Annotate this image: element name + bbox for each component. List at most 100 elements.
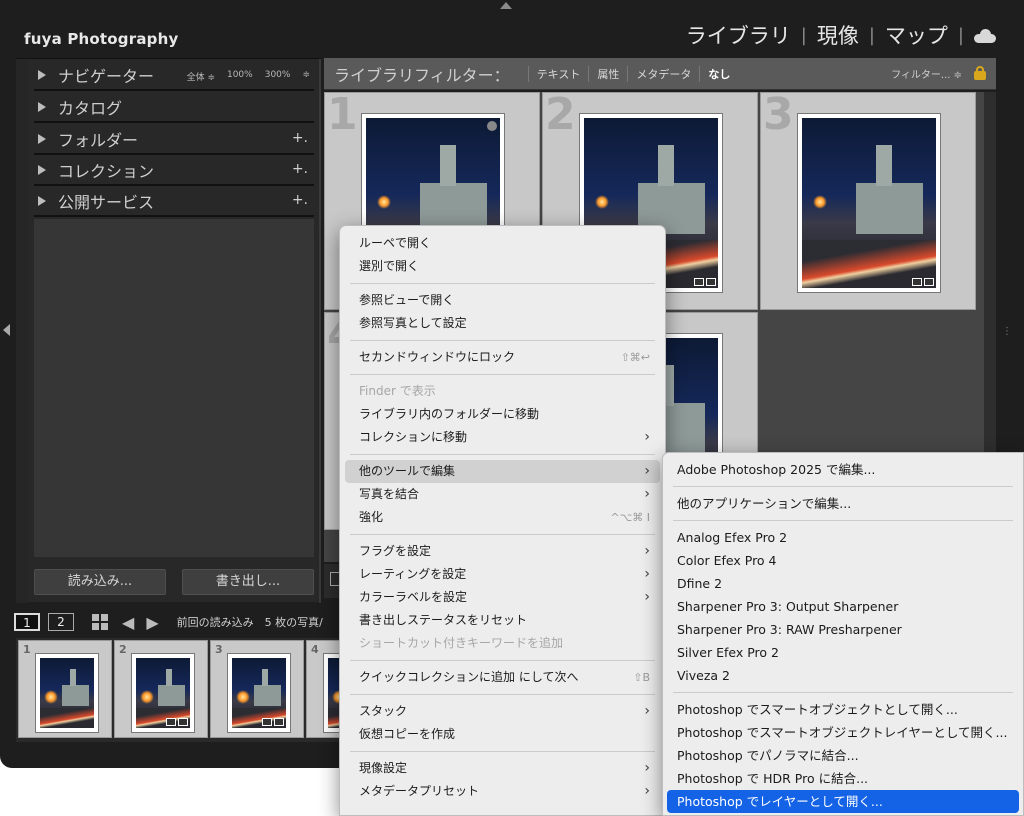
photo-thumbnail[interactable] xyxy=(797,113,941,293)
menu-item-label: ルーペで開く xyxy=(359,236,432,250)
menu-separator xyxy=(350,534,655,535)
submenu-item[interactable]: Photoshop でパノラマに結合... xyxy=(667,744,1019,767)
zoom-fit[interactable]: 全体 ≑ xyxy=(187,70,215,83)
import-button[interactable]: 読み込み... xyxy=(34,569,166,595)
menu-item-label: 書き出しステータスをリセット xyxy=(359,613,528,627)
filmstrip-thumbnail[interactable] xyxy=(131,653,195,733)
grid-view-icon[interactable] xyxy=(92,614,108,630)
folders-section[interactable]: フォルダー +. xyxy=(34,125,314,155)
menu-item-label: フラグを設定 xyxy=(359,544,432,558)
lock-icon[interactable] xyxy=(974,66,986,80)
filter-none[interactable]: なし xyxy=(699,65,738,82)
submenu-item[interactable]: Sharpener Pro 3: RAW Presharpener xyxy=(667,618,1019,641)
cloud-icon[interactable] xyxy=(974,28,996,43)
context-menu-item[interactable]: 選別で開く xyxy=(345,255,660,278)
menu-item-label: 参照ビューで開く xyxy=(359,293,455,307)
context-menu-item[interactable]: クイックコレクションに追加 にして次へ ⇧B xyxy=(345,666,660,689)
module-library[interactable]: ライブラリ xyxy=(676,20,801,50)
back-arrow-icon[interactable]: ◀ xyxy=(122,613,134,632)
zoom-300[interactable]: 300% xyxy=(265,70,291,83)
main-window-button[interactable]: 1 xyxy=(14,613,40,631)
submenu-item[interactable]: Silver Efex Pro 2 xyxy=(667,641,1019,664)
context-menu-item[interactable]: レーティングを設定 › xyxy=(345,563,660,586)
module-develop[interactable]: 現像 xyxy=(807,20,869,50)
publish-services-label: 公開サービス xyxy=(58,193,155,212)
menu-item-label: レーティングを設定 xyxy=(359,567,467,581)
navigator-section[interactable]: ナビゲーター 全体 ≑ 100% 300% ≑ xyxy=(34,61,314,91)
context-menu-item[interactable]: 書き出しステータスをリセット xyxy=(345,609,660,632)
second-window-button[interactable]: 2 xyxy=(48,613,74,631)
context-menu-item[interactable]: 現像設定 › xyxy=(345,757,660,780)
module-map[interactable]: マップ xyxy=(875,20,958,50)
submenu-item[interactable]: Dfine 2 xyxy=(667,572,1019,595)
folders-label: フォルダー xyxy=(58,131,139,150)
filmstrip-cell[interactable]: 1 xyxy=(18,640,112,738)
submenu-item[interactable]: Photoshop でスマートオブジェクトレイヤーとして開く... xyxy=(667,721,1019,744)
menu-item-label: 参照写真として設定 xyxy=(359,316,467,330)
add-folder-icon[interactable]: +. xyxy=(292,130,308,146)
disclosure-triangle-icon xyxy=(38,134,46,144)
collections-section[interactable]: コレクション +. xyxy=(34,156,314,186)
submenu-item[interactable]: Photoshop で HDR Pro に結合... xyxy=(667,767,1019,790)
filmstrip-thumbnail[interactable] xyxy=(35,653,99,733)
export-button[interactable]: 書き出し... xyxy=(182,569,314,595)
context-menu-item[interactable]: スタック › xyxy=(345,700,660,723)
menu-separator xyxy=(673,486,1013,487)
menu-item-label: ショートカット付きキーワードを追加 xyxy=(359,636,564,650)
submenu-item[interactable]: Analog Efex Pro 2 xyxy=(667,526,1019,549)
left-panel-edge xyxy=(16,59,28,603)
filter-text[interactable]: テキスト xyxy=(527,65,589,82)
add-collection-icon[interactable]: +. xyxy=(292,161,308,177)
filter-attribute[interactable]: 属性 xyxy=(588,65,627,82)
submenu-chevron-icon: › xyxy=(644,429,650,445)
context-menu-item[interactable]: ライブラリ内のフォルダーに移動 xyxy=(345,403,660,426)
forward-arrow-icon[interactable]: ▶ xyxy=(146,613,158,632)
submenu-item[interactable]: Color Efex Pro 4 xyxy=(667,549,1019,572)
add-publish-service-icon[interactable]: +. xyxy=(292,192,308,208)
collapse-top-arrow-icon[interactable] xyxy=(500,2,512,9)
zoom-100[interactable]: 100% xyxy=(227,70,253,83)
submenu-item[interactable]: Sharpener Pro 3: Output Sharpener xyxy=(667,595,1019,618)
menu-separator xyxy=(350,283,655,284)
submenu-item[interactable]: Photoshop でレイヤーとして開く... xyxy=(667,790,1019,813)
menu-separator xyxy=(673,520,1013,521)
context-menu-item[interactable]: セカンドウィンドウにロック ⇧⌘↩ xyxy=(345,346,660,369)
zoom-menu[interactable]: ≑ xyxy=(302,70,310,83)
disclosure-triangle-icon xyxy=(38,102,46,112)
context-menu-item: ショートカット付きキーワードを追加 xyxy=(345,632,660,655)
context-menu-item[interactable]: 参照ビューで開く xyxy=(345,289,660,312)
module-separator: | xyxy=(957,24,964,46)
filmstrip-source[interactable]: 前回の読み込み 5 枚の写真/ xyxy=(177,614,323,630)
context-menu-item[interactable]: カラーラベルを設定 › xyxy=(345,586,660,609)
context-menu-item[interactable]: ルーペで開く xyxy=(345,232,660,255)
context-menu-item[interactable]: 他のツールで編集 › xyxy=(345,460,660,483)
context-menu-item[interactable]: コレクションに移動 › xyxy=(345,426,660,449)
submenu-item[interactable]: Adobe Photoshop 2025 で編集... xyxy=(667,458,1019,481)
photo-context-menu: ルーペで開く選別で開く参照ビューで開く 参照写真として設定セカンドウィンドウにロッ… xyxy=(339,225,666,816)
filmstrip-cell[interactable]: 3 xyxy=(210,640,304,738)
grid-cell-number: 1 xyxy=(327,92,358,140)
context-menu-item[interactable]: 強化 ^⌥⌘ I xyxy=(345,506,660,529)
context-menu-item[interactable]: フラグを設定 › xyxy=(345,540,660,563)
context-menu-item[interactable]: 仮想コピーを作成 xyxy=(345,723,660,746)
filter-metadata[interactable]: メタデータ xyxy=(627,65,699,82)
filmstrip-thumbnail[interactable] xyxy=(227,653,291,733)
grid-cell[interactable]: 3 xyxy=(760,92,976,310)
menu-item-label: メタデータプリセット xyxy=(359,784,480,798)
context-menu-item[interactable]: 参照写真として設定 xyxy=(345,312,660,335)
left-panel-toggle-icon[interactable] xyxy=(3,324,10,336)
submenu-item[interactable]: 他のアプリケーションで編集... xyxy=(667,492,1019,515)
left-panel-buttons: 読み込み... 書き出し... xyxy=(34,569,314,595)
submenu-item[interactable]: Photoshop でスマートオブジェクトとして開く... xyxy=(667,698,1019,721)
filter-preset-select[interactable]: フィルター... ≑ xyxy=(891,66,962,81)
context-menu-item[interactable]: 写真を結合 › xyxy=(345,483,660,506)
right-panel-grip-icon[interactable]: ⋮ xyxy=(1002,326,1012,337)
catalog-section[interactable]: カタログ xyxy=(34,93,314,123)
sync-status-icon xyxy=(487,121,497,131)
context-menu-item[interactable]: メタデータプリセット › xyxy=(345,780,660,803)
publish-services-section[interactable]: 公開サービス +. xyxy=(34,187,314,217)
menu-item-label: 他のツールで編集 xyxy=(359,464,456,478)
menu-item-shortcut: ⇧⌘↩ xyxy=(620,351,650,364)
submenu-item[interactable]: Viveza 2 xyxy=(667,664,1019,687)
filmstrip-cell[interactable]: 2 xyxy=(114,640,208,738)
